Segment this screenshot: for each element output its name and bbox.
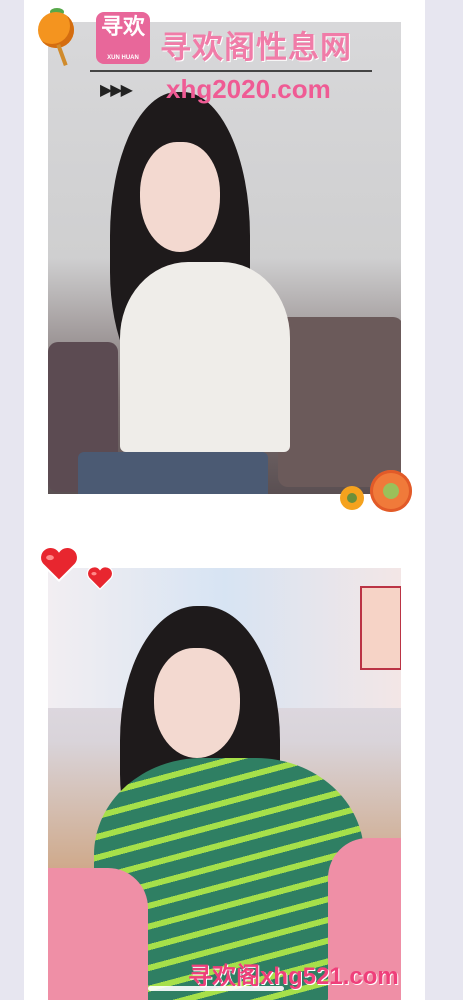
subject-jeans bbox=[78, 452, 268, 494]
heart-icon bbox=[86, 566, 114, 590]
brand-logo: 寻欢 XUN HUAN bbox=[96, 12, 150, 64]
subject-face bbox=[140, 142, 220, 252]
brand-logo-subtext: XUN HUAN bbox=[107, 55, 139, 61]
arrow-icon: ▶▶▶ bbox=[100, 82, 133, 99]
heart-icon bbox=[38, 546, 80, 582]
site-url: xhg2020.com bbox=[166, 74, 331, 104]
divider bbox=[90, 70, 372, 72]
home-indicator[interactable] bbox=[148, 986, 284, 991]
pink-float bbox=[48, 868, 148, 1000]
flower-center bbox=[347, 493, 357, 503]
sofa bbox=[278, 317, 401, 487]
subject-face bbox=[154, 648, 240, 758]
orange-icon bbox=[38, 12, 74, 48]
photo-2[interactable] bbox=[48, 568, 401, 1000]
site-name: 寻欢阁性息网 bbox=[160, 30, 352, 65]
subject-top bbox=[120, 262, 290, 452]
flower-center bbox=[383, 483, 399, 499]
brand-logo-text: 寻欢 bbox=[100, 14, 145, 39]
store-sign bbox=[360, 586, 401, 670]
